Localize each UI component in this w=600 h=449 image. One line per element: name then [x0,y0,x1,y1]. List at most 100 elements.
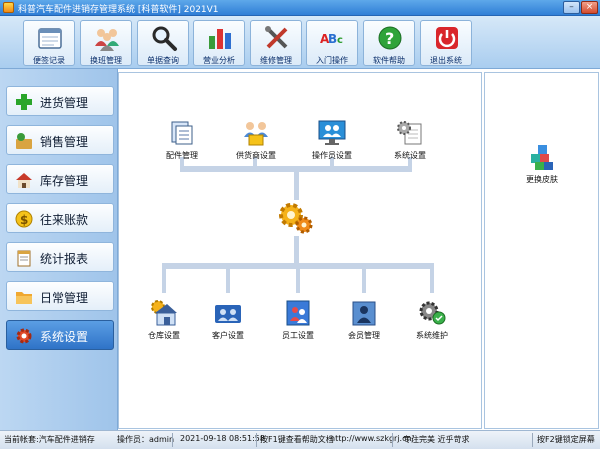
nav-item-label: 销售管理 [40,135,89,149]
nav-item-sales[interactable]: 销售管理 [6,125,114,155]
warehouse-settings-item[interactable]: 仓库设置 [129,299,199,343]
status-slogan: 专注完美 近乎苛求 [403,435,470,444]
nav-item-label: 库存管理 [40,174,89,188]
magnifier-icon [152,26,177,51]
toolbar-label: 便签记录 [33,56,65,65]
change-skin-label: 更换皮肤 [526,175,558,184]
employee-settings-label: 员工设置 [282,331,314,340]
toolbar-label: 换班管理 [90,56,122,65]
supplier-icon [244,122,268,146]
operator-settings-label: 操作员设置 [312,151,352,160]
skin-panel: 更换皮肤 [484,72,599,429]
svg-text:B: B [328,32,337,46]
nav-item-label: 日常管理 [40,291,89,305]
status-help-hint: 按F1键查看帮助文档 [260,435,334,444]
notepad-icon [38,28,62,49]
toolbar-help-button[interactable]: ? 软件帮助 [363,20,415,66]
nav-item-purchase[interactable]: 进货管理 [6,86,114,116]
status-datetime: 2021-09-18 08:51:58 [180,434,265,443]
sales-icon [16,133,32,149]
toolbar-label: 维修管理 [260,56,292,65]
close-button[interactable]: × [581,1,598,14]
connector-line [226,263,230,293]
plus-icon [16,94,32,110]
parts-management-label: 配件管理 [166,151,198,160]
maintenance-icon [419,301,446,325]
status-bar: 当前帐套:汽车配件进销存 操作员：admin 2021-09-18 08:51:… [0,430,600,449]
help-icon: ? [378,26,402,50]
toolbar-label: 退出系统 [430,56,462,65]
app-icon [3,2,14,13]
status-url-link[interactable]: http://www.szkgrj.cn/ [330,434,414,443]
users-group-icon [95,29,119,51]
main-toolbar: 便签记录 换班管理 单据查询 营业分析 维修管理 A B c 入门操作 ? 软件… [0,16,600,69]
connector-line [294,172,299,200]
window-title: 科普汽车配件进销存管理系统 [科普软件] 2021V1 [18,5,219,15]
status-separator [172,433,173,447]
supplier-settings-label: 供货商设置 [236,151,276,160]
folder-icon [16,292,32,304]
toolbar-label: 入门操作 [316,56,348,65]
system-maintenance-item[interactable]: 系统维护 [397,299,467,343]
status-separator [256,433,257,447]
connector-line [294,236,299,266]
svg-text:?: ? [385,29,394,48]
connector-line [362,263,366,293]
status-operator: 操作员：admin [117,435,175,444]
nav-item-inventory[interactable]: 库存管理 [6,164,114,194]
nav-item-reports[interactable]: 统计报表 [6,242,114,272]
supplier-settings-item[interactable]: 供货商设置 [221,119,291,163]
change-skin-item[interactable]: 更换皮肤 [507,143,577,187]
warehouse-settings-label: 仓库设置 [148,331,180,340]
status-lock-hint: 按F2键锁定屏幕 [537,435,595,444]
tools-icon [265,26,288,49]
report-icon [17,250,31,267]
connector-line [430,263,434,293]
settings-doc-icon [397,121,422,145]
nav-item-accounts[interactable]: $ 往来账款 [6,203,114,233]
system-maintenance-label: 系统维护 [416,331,448,340]
nav-item-label: 统计报表 [40,252,89,266]
gears-hub-icon [279,203,313,234]
status-separator [392,433,393,447]
abc-icon: A B c [320,32,343,46]
toolbar-query-button[interactable]: 单据查询 [137,20,189,66]
system-settings-label: 系统设置 [394,151,426,160]
toolbar-intro-button[interactable]: A B c 入门操作 [306,20,358,66]
power-icon [436,27,458,49]
parts-management-item[interactable]: 配件管理 [147,119,217,163]
gear-icon [16,328,32,344]
operator-settings-item[interactable]: 操作员设置 [297,119,367,163]
toolbar-analysis-button[interactable]: 营业分析 [193,20,245,66]
member-management-item[interactable]: 会员管理 [329,299,399,343]
toolbar-exit-button[interactable]: 退出系统 [420,20,472,66]
nav-item-system-settings[interactable]: 系统设置 [6,320,114,350]
skin-cube-icon [531,145,553,170]
toolbar-label: 软件帮助 [373,56,405,65]
warehouse-icon [151,300,177,326]
nav-item-label: 系统设置 [40,330,89,344]
house-icon [16,173,32,188]
toolbar-label: 营业分析 [203,56,235,65]
money-icon: $ [15,210,33,228]
toolbar-notes-button[interactable]: 便签记录 [23,20,75,66]
operator-icon [318,120,346,145]
left-nav: 进货管理 销售管理 库存管理 $ 往来账款 统计报表 日常管理 系统设置 [0,69,118,430]
minimize-button[interactable]: – [563,1,580,14]
nav-item-label: 进货管理 [40,96,89,110]
toolbar-shift-button[interactable]: 换班管理 [80,20,132,66]
bar-chart-icon [209,29,231,49]
member-icon [352,301,376,326]
employee-icon [286,300,310,326]
parts-icon [171,121,193,145]
employee-settings-item[interactable]: 员工设置 [263,299,333,343]
status-account: 当前帐套:汽车配件进销存 [4,435,95,444]
svg-text:$: $ [20,213,28,227]
toolbar-repair-button[interactable]: 维修管理 [250,20,302,66]
svg-text:c: c [337,35,343,46]
system-settings-item[interactable]: 系统设置 [375,119,445,163]
nav-item-daily[interactable]: 日常管理 [6,281,114,311]
customer-settings-item[interactable]: 客户设置 [193,299,263,343]
customer-icon [215,305,241,323]
connector-line [296,263,300,293]
